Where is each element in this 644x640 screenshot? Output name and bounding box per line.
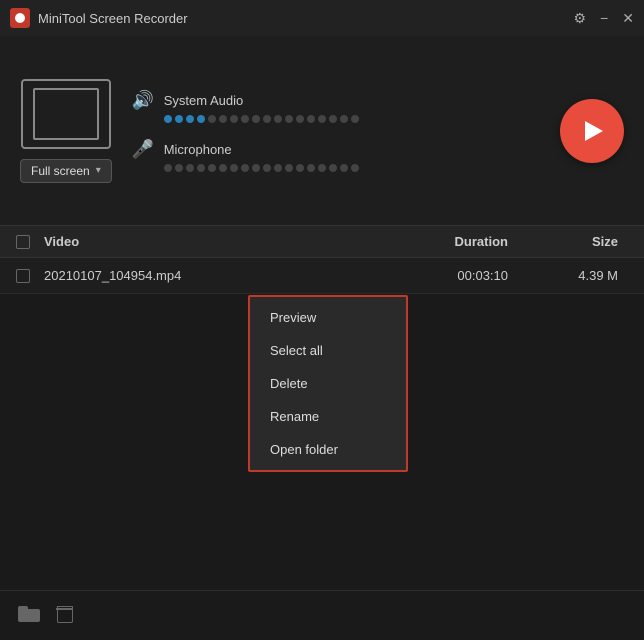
table-header: Video Duration Size [0, 226, 644, 258]
close-button[interactable]: ✕ [622, 11, 634, 25]
title-controls: ⚙ − ✕ [574, 11, 634, 25]
fullscreen-button[interactable]: Full screen ▾ [20, 159, 112, 183]
audio-dot [318, 164, 326, 172]
audio-dot [208, 115, 216, 123]
table-body: 20210107_104954.mp4 00:03:10 4.39 M [0, 258, 644, 294]
audio-dot [219, 164, 227, 172]
audio-dot [252, 164, 260, 172]
audio-dot [340, 115, 348, 123]
audio-dot [241, 115, 249, 123]
row-size: 4.39 M [528, 268, 628, 283]
context-delete[interactable]: Delete [250, 367, 406, 400]
fullscreen-label: Full screen [31, 164, 90, 178]
speaker-icon: 🔊 [132, 90, 154, 111]
app-logo [10, 8, 30, 28]
audio-dot [263, 115, 271, 123]
header-size: Size [528, 234, 628, 249]
audio-dot [208, 164, 216, 172]
main-controls: Full screen ▾ 🔊 System Audio 🎤 Microphon… [0, 36, 644, 226]
audio-dot [175, 164, 183, 172]
system-audio-label: System Audio [164, 93, 244, 108]
play-icon [585, 121, 603, 141]
row-duration: 00:03:10 [398, 268, 528, 283]
audio-dot [351, 115, 359, 123]
capture-area: Full screen ▾ [20, 79, 112, 183]
context-menu: Preview Select all Delete Rename Open fo… [248, 295, 408, 472]
delete-button[interactable] [56, 605, 72, 626]
folder-icon [18, 606, 40, 622]
audio-dot [285, 115, 293, 123]
audio-dot [263, 164, 271, 172]
audio-dot [296, 115, 304, 123]
record-button[interactable] [560, 99, 624, 163]
row-filename: 20210107_104954.mp4 [44, 268, 398, 283]
audio-dot [197, 115, 205, 123]
app-logo-inner [15, 13, 25, 23]
minimize-button[interactable]: − [600, 11, 608, 25]
header-checkbox-col [16, 235, 44, 249]
chevron-down-icon: ▾ [96, 165, 101, 176]
audio-dot [351, 164, 359, 172]
audio-dot [230, 115, 238, 123]
audio-dot [329, 164, 337, 172]
microphone-label: Microphone [164, 142, 232, 157]
open-folder-button[interactable] [18, 606, 40, 625]
header-video: Video [44, 234, 398, 249]
audio-dot [252, 115, 260, 123]
audio-dot [230, 164, 238, 172]
audio-dot [307, 115, 315, 123]
table-row[interactable]: 20210107_104954.mp4 00:03:10 4.39 M [0, 258, 644, 294]
audio-controls: 🔊 System Audio 🎤 Microphone [132, 80, 540, 182]
audio-dot [186, 115, 194, 123]
audio-dot [318, 115, 326, 123]
context-preview[interactable]: Preview [250, 301, 406, 334]
audio-dot [274, 164, 282, 172]
screen-preview-frame [21, 79, 111, 149]
audio-dot [186, 164, 194, 172]
app-title: MiniTool Screen Recorder [38, 11, 574, 26]
context-rename[interactable]: Rename [250, 400, 406, 433]
audio-dot [164, 115, 172, 123]
context-open-folder[interactable]: Open folder [250, 433, 406, 466]
microphone-dots [132, 164, 540, 172]
system-audio-label-row: 🔊 System Audio [132, 90, 540, 111]
audio-dot [241, 164, 249, 172]
audio-dot [329, 115, 337, 123]
audio-dot [285, 164, 293, 172]
settings-button[interactable]: ⚙ [574, 11, 587, 25]
audio-dot [175, 115, 183, 123]
audio-dot [164, 164, 172, 172]
microphone-label-row: 🎤 Microphone [132, 139, 540, 160]
select-all-checkbox[interactable] [16, 235, 30, 249]
bottom-toolbar [0, 590, 644, 640]
system-audio-dots [132, 115, 540, 123]
header-duration: Duration [398, 234, 528, 249]
audio-dot [274, 115, 282, 123]
trash-icon [56, 605, 72, 623]
system-audio-row: 🔊 System Audio [132, 90, 540, 123]
row-checkbox[interactable] [16, 269, 30, 283]
microphone-icon: 🎤 [132, 139, 154, 160]
audio-dot [307, 164, 315, 172]
audio-dot [340, 164, 348, 172]
audio-dot [296, 164, 304, 172]
context-select-all[interactable]: Select all [250, 334, 406, 367]
microphone-row: 🎤 Microphone [132, 139, 540, 172]
row-checkbox-col [16, 269, 44, 283]
title-bar: MiniTool Screen Recorder ⚙ − ✕ [0, 0, 644, 36]
audio-dot [219, 115, 227, 123]
audio-dot [197, 164, 205, 172]
